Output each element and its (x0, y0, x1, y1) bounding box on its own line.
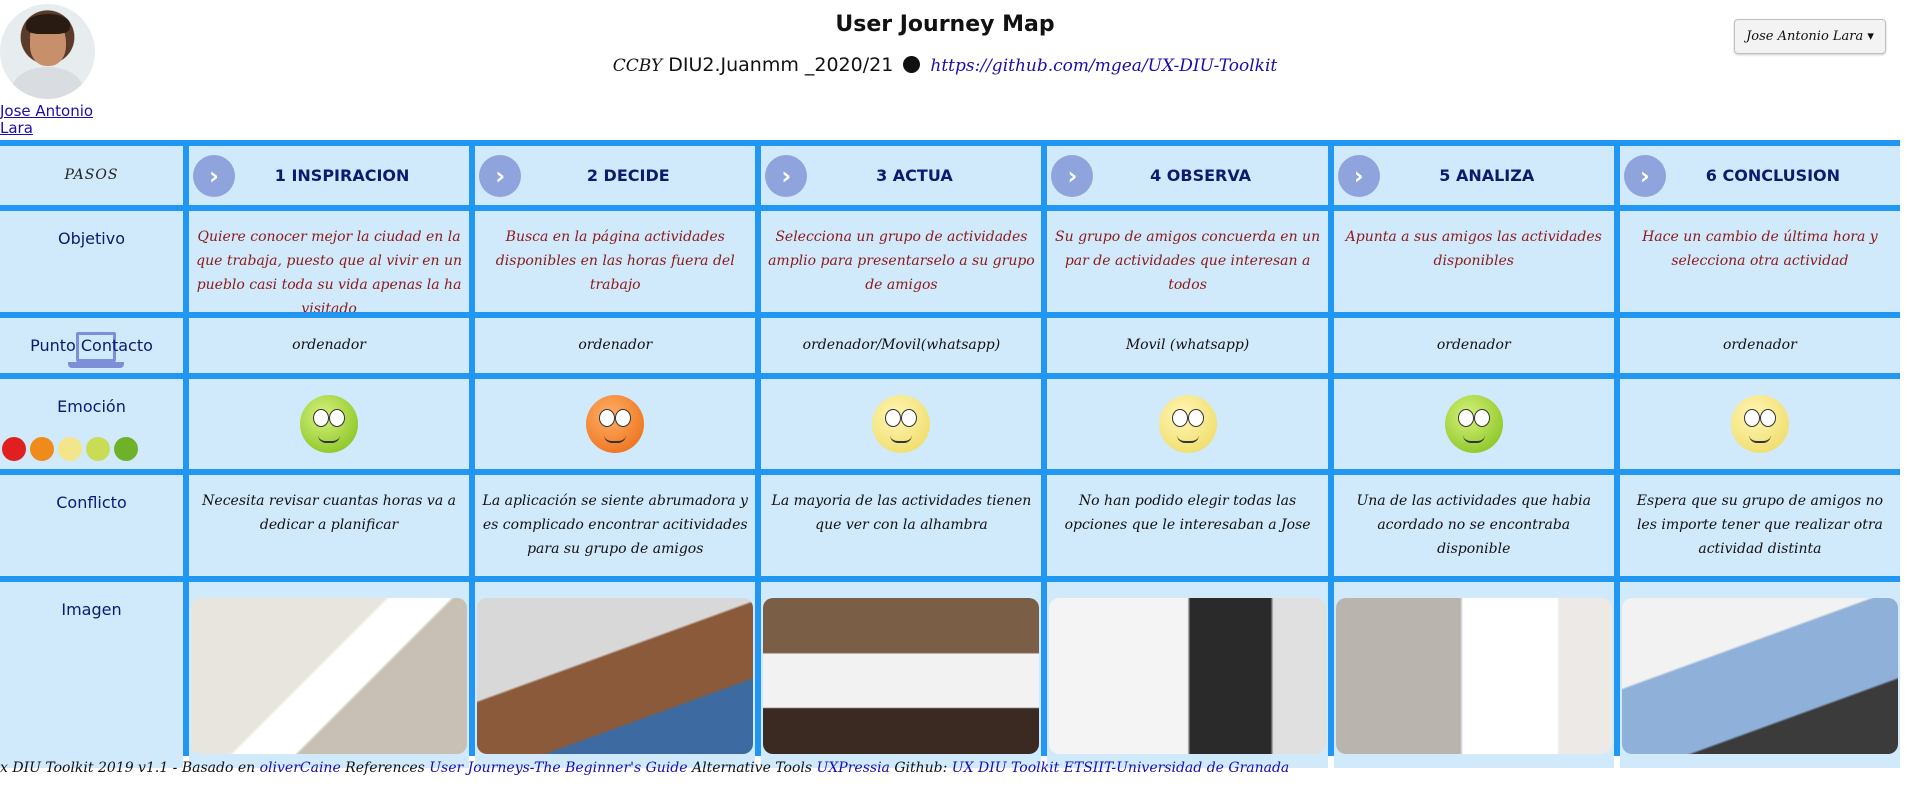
contacto-cell: ordenador/Movil(whatsapp) (761, 318, 1042, 373)
emotion-scale-face-icon (2, 437, 26, 461)
chevron-right-icon[interactable]: › (1623, 154, 1666, 197)
imagen-cell (1619, 582, 1900, 768)
emotion-scale-face-icon (86, 437, 110, 461)
footer-link-olivercaine[interactable]: oliverCaine (260, 760, 341, 776)
step-title: 1 INSPIRACION (274, 166, 410, 185)
course-text: DIU2.Juanmm _2020/21 (668, 54, 894, 76)
step-header: › 5 ANALIZA (1333, 146, 1614, 205)
emocion-cell (189, 379, 470, 469)
conflicto-cell: La mayoria de las actividades tienen que… (761, 475, 1042, 576)
step-header: › 4 OBSERVA (1047, 146, 1328, 205)
footer-alt-tools: Alternative Tools (687, 760, 817, 776)
emocion-cell (1619, 379, 1900, 469)
row-label-contacto: Punto Contacto (0, 318, 183, 373)
emotion-scale-face-icon (114, 437, 138, 461)
step-photo (1335, 598, 1612, 754)
conflicto-cell: Espera que su grupo de amigos no les imp… (1619, 475, 1900, 576)
step-photo (763, 598, 1040, 754)
chevron-down-icon: ▾ (1867, 29, 1874, 44)
chevron-right-icon[interactable]: › (1337, 154, 1380, 197)
conflicto-cell: No han podido elegir todas las opciones … (1047, 475, 1328, 576)
subtitle: CCBY DIU2.Juanmm _2020/21 https://github… (0, 54, 1890, 76)
footer-link-user-journeys[interactable]: User Journeys-The Beginner's Guide (429, 760, 687, 776)
footer-link-uxpressia[interactable]: UXPressia (817, 760, 890, 776)
objetivo-cell: Hace un cambio de última hora y seleccio… (1619, 211, 1900, 312)
imagen-cell (761, 582, 1042, 768)
objetivo-cell: Apunta a sus amigos las actividades disp… (1333, 211, 1614, 312)
conflicto-cell: Una de las actividades que habia acordad… (1333, 475, 1614, 576)
step-header: › 6 CONCLUSION (1619, 146, 1900, 205)
footer-link-toolkit[interactable]: UX DIU Toolkit (952, 760, 1059, 776)
contacto-cell: ordenador (1619, 318, 1900, 373)
conflicto-cell: Necesita revisar cuantas horas va a dedi… (189, 475, 470, 576)
step-photo (1049, 598, 1326, 754)
step-title: 5 ANALIZA (1439, 166, 1535, 185)
step-header: › 1 INSPIRACION (189, 146, 470, 205)
emotion-face-icon (300, 395, 359, 453)
conflicto-cell: La aplicación se siente abrumadora y es … (475, 475, 756, 576)
emotion-face-icon (872, 395, 931, 453)
user-dropdown-button[interactable]: Jose Antonio Lara ▾ (1734, 19, 1886, 54)
emotion-face-icon (1444, 395, 1503, 453)
row-label-text: Emoción (57, 397, 126, 416)
objetivo-cell: Su grupo de amigos concuerda en un par d… (1047, 211, 1328, 312)
imagen-cell (1047, 582, 1328, 768)
step-header: › 3 ACTUA (761, 146, 1042, 205)
row-label-emocion: Emoción (0, 379, 183, 469)
emocion-cell (761, 379, 1042, 469)
step-title: 2 DECIDE (586, 166, 670, 185)
objetivo-cell: Quiere conocer mejor la ciudad en la que… (189, 211, 470, 312)
row-label-steps: PASOS (0, 146, 183, 205)
step-header: › 2 DECIDE (475, 146, 756, 205)
repo-link[interactable]: https://github.com/mgea/UX-DIU-Toolkit (930, 56, 1277, 76)
step-title: 3 ACTUA (876, 166, 953, 185)
footer: x DIU Toolkit 2019 v1.1 - Basado en oliv… (0, 760, 1289, 776)
step-title: 6 CONCLUSION (1705, 166, 1841, 185)
row-label-text: Punto Contacto (30, 336, 153, 355)
step-photo (191, 598, 468, 754)
objetivo-cell: Selecciona un grupo de actividades ampli… (761, 211, 1042, 312)
chevron-right-icon[interactable]: › (193, 154, 235, 197)
emotion-face-icon (586, 395, 645, 453)
emocion-cell (1333, 379, 1614, 469)
row-label-imagen: Imagen (0, 582, 183, 768)
user-name-link[interactable]: Jose Antonio Lara (0, 103, 95, 137)
objetivo-cell: Busca en la página actividades disponibl… (475, 211, 756, 312)
contacto-cell: ordenador (189, 318, 470, 373)
contacto-cell: Movil (whatsapp) (1047, 318, 1328, 373)
footer-link-etsiit[interactable]: ETSIIT-Universidad de Granada (1064, 760, 1290, 776)
chevron-right-icon[interactable]: › (765, 154, 808, 197)
imagen-cell (475, 582, 756, 768)
footer-references: References (340, 760, 430, 776)
footer-github: Github: (889, 760, 952, 776)
journey-grid: PASOS › 1 INSPIRACION › 2 DECIDE › 3 ACTUA … (0, 140, 1900, 768)
row-label-objetivo: Objetivo (0, 211, 183, 312)
emotion-scale (2, 437, 138, 461)
emocion-cell (1047, 379, 1328, 469)
contacto-cell: ordenador (1333, 318, 1614, 373)
imagen-cell (1333, 582, 1614, 768)
imagen-cell (189, 582, 470, 768)
step-photo (1621, 598, 1898, 754)
user-dropdown-label: Jose Antonio Lara (1746, 29, 1864, 44)
github-icon (903, 56, 921, 73)
license-text: CCBY (612, 56, 663, 76)
footer-prefix: x DIU Toolkit 2019 v1.1 - Basado en (0, 760, 260, 776)
step-title: 4 OBSERVA (1150, 166, 1252, 185)
emotion-scale-face-icon (30, 437, 54, 461)
emocion-cell (475, 379, 756, 469)
chevron-right-icon[interactable]: › (479, 154, 522, 197)
step-photo (477, 598, 754, 754)
contacto-cell: ordenador (475, 318, 756, 373)
chevron-right-icon[interactable]: › (1051, 154, 1094, 197)
row-label-conflicto: Conflicto (0, 475, 183, 576)
emotion-scale-face-icon (58, 437, 82, 461)
page-title: User Journey Map (835, 12, 1055, 37)
emotion-face-icon (1158, 395, 1217, 453)
emotion-face-icon (1730, 395, 1789, 453)
